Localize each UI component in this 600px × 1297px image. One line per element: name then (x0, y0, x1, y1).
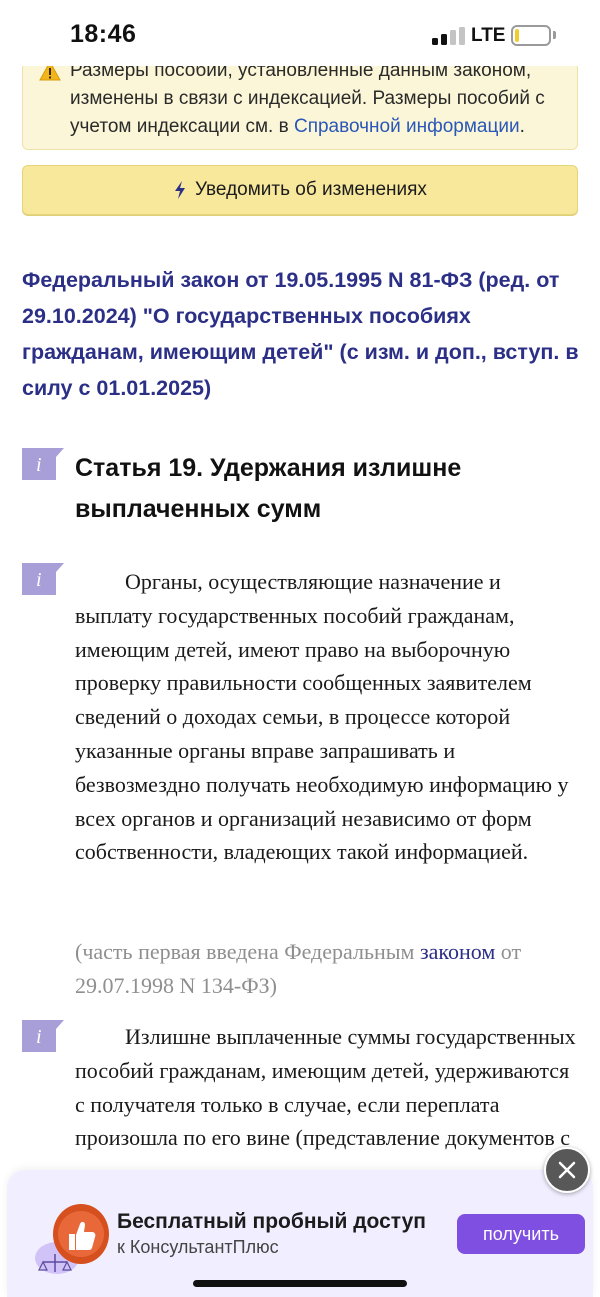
promo-banner: Бесплатный пробный доступ к КонсультантП… (7, 1170, 593, 1297)
svg-text:i: i (36, 1026, 42, 1048)
status-time: 18:46 (70, 20, 137, 48)
battery-icon (511, 25, 551, 46)
svg-text:i: i (36, 569, 42, 591)
notify-changes-button[interactable]: Уведомить об изменениях (22, 165, 578, 215)
lightning-bolt-icon (175, 181, 186, 199)
article-title: Статья 19. Удержания излишне выплаченных… (75, 454, 462, 523)
notify-changes-label: Уведомить об изменениях (195, 179, 427, 200)
network-type: LTE (471, 25, 506, 46)
home-indicator[interactable] (193, 1280, 407, 1287)
signal-icon (432, 27, 466, 45)
note-prefix: (часть первая введена Федеральным (75, 939, 420, 964)
notice-text: Размеры пособий, установленные данным за… (70, 57, 570, 141)
svg-text:i: i (36, 454, 42, 476)
status-bar: 18:46 LTE (0, 0, 600, 66)
article-paragraph-2: Излишне выплаченные суммы государственны… (75, 1020, 580, 1155)
paragraph-2-text: Излишне выплаченные суммы государственны… (75, 1024, 576, 1151)
battery-tip (553, 31, 556, 39)
paragraph-1-text: Органы, осуществляющие назначение и выпл… (75, 569, 569, 865)
article-paragraph-1: Органы, осуществляющие назначение и выпл… (75, 565, 580, 869)
close-icon (558, 1161, 576, 1179)
promo-title: Бесплатный пробный доступ (117, 1210, 426, 1233)
close-promo-button[interactable] (544, 1147, 590, 1193)
get-access-button[interactable]: получить (457, 1214, 585, 1254)
law-title-link[interactable]: Федеральный закон от 19.05.1995 N 81-ФЗ … (22, 262, 582, 406)
info-flag-icon[interactable]: i (22, 448, 64, 480)
law-link[interactable]: законом (420, 939, 495, 964)
info-flag-icon[interactable]: i (22, 563, 64, 595)
amendment-note: (часть первая введена Федеральным законо… (75, 935, 580, 1003)
promo-subtitle: к КонсультантПлюс (117, 1237, 279, 1257)
reference-info-link[interactable]: Справочной информации (294, 116, 520, 137)
article-paragraph-2-container: Излишне выплаченные суммы государственны… (75, 1020, 580, 1170)
consultant-thumb-logo-icon (35, 1204, 109, 1274)
notice-end: . (519, 116, 525, 137)
info-flag-icon[interactable]: i (22, 1020, 64, 1052)
